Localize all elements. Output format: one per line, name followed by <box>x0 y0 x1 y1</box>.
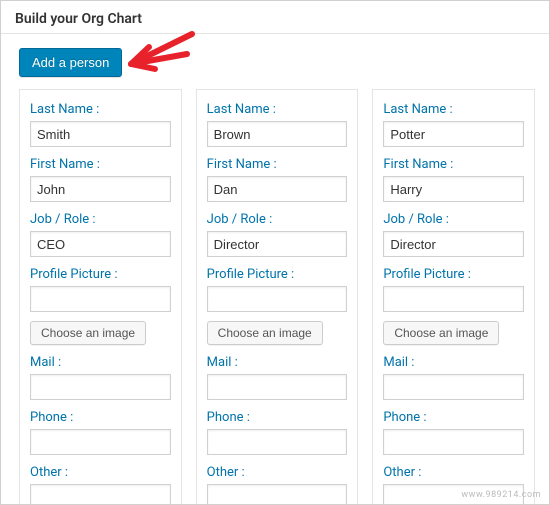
mail-input[interactable] <box>207 374 348 400</box>
last-name-input[interactable] <box>383 121 524 147</box>
first-name-label: First Name : <box>207 157 348 172</box>
mail-input[interactable] <box>30 374 171 400</box>
phone-input[interactable] <box>30 429 171 455</box>
annotation-arrow-icon <box>117 26 207 86</box>
last-name-label: Last Name : <box>30 102 171 117</box>
first-name-input[interactable] <box>383 176 524 202</box>
last-name-input[interactable] <box>207 121 348 147</box>
profile-picture-label: Profile Picture : <box>207 267 348 282</box>
person-card: Last Name : First Name : Job / Role : Pr… <box>19 89 182 505</box>
phone-input[interactable] <box>207 429 348 455</box>
first-name-label: First Name : <box>30 157 171 172</box>
job-input[interactable] <box>207 231 348 257</box>
phone-input[interactable] <box>383 429 524 455</box>
job-input[interactable] <box>30 231 171 257</box>
choose-image-button[interactable]: Choose an image <box>383 321 499 345</box>
toolbar: Add a person <box>1 34 549 83</box>
choose-image-button[interactable]: Choose an image <box>30 321 146 345</box>
choose-image-button[interactable]: Choose an image <box>207 321 323 345</box>
last-name-input[interactable] <box>30 121 171 147</box>
profile-picture-label: Profile Picture : <box>383 267 524 282</box>
other-label: Other : <box>207 465 348 480</box>
other-label: Other : <box>30 465 171 480</box>
first-name-input[interactable] <box>207 176 348 202</box>
job-input[interactable] <box>383 231 524 257</box>
mail-label: Mail : <box>30 355 171 370</box>
watermark: www.989214.com <box>461 490 541 500</box>
profile-picture-input[interactable] <box>207 286 348 312</box>
panel: Build your Org Chart Add a person Last N… <box>0 0 550 505</box>
person-cards-row: Last Name : First Name : Job / Role : Pr… <box>1 83 549 505</box>
job-label: Job / Role : <box>383 212 524 227</box>
other-input[interactable] <box>207 484 348 505</box>
other-label: Other : <box>383 465 524 480</box>
phone-label: Phone : <box>207 410 348 425</box>
profile-picture-input[interactable] <box>30 286 171 312</box>
page-title: Build your Org Chart <box>15 11 535 27</box>
phone-label: Phone : <box>383 410 524 425</box>
first-name-label: First Name : <box>383 157 524 172</box>
mail-input[interactable] <box>383 374 524 400</box>
profile-picture-label: Profile Picture : <box>30 267 171 282</box>
other-input[interactable] <box>30 484 171 505</box>
mail-label: Mail : <box>207 355 348 370</box>
last-name-label: Last Name : <box>383 102 524 117</box>
person-card: Last Name : First Name : Job / Role : Pr… <box>196 89 359 505</box>
phone-label: Phone : <box>30 410 171 425</box>
mail-label: Mail : <box>383 355 524 370</box>
person-card: Last Name : First Name : Job / Role : Pr… <box>372 89 535 505</box>
job-label: Job / Role : <box>207 212 348 227</box>
add-person-button[interactable]: Add a person <box>19 48 122 77</box>
first-name-input[interactable] <box>30 176 171 202</box>
panel-header: Build your Org Chart <box>1 1 549 34</box>
profile-picture-input[interactable] <box>383 286 524 312</box>
job-label: Job / Role : <box>30 212 171 227</box>
last-name-label: Last Name : <box>207 102 348 117</box>
